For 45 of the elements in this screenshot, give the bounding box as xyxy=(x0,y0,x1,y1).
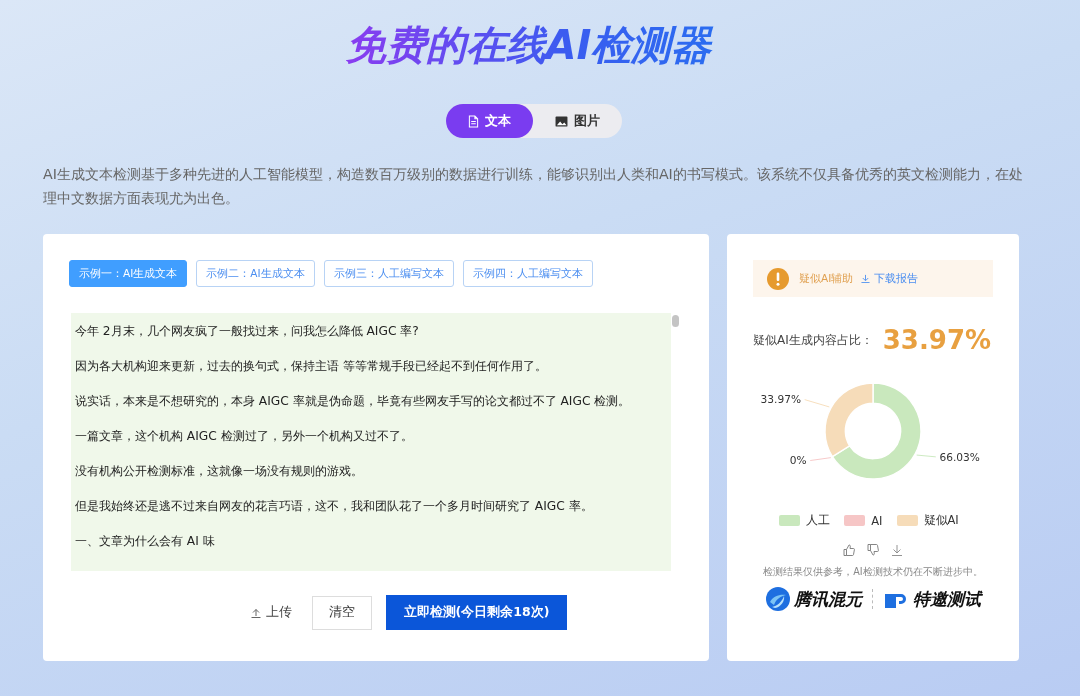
text-line: 今年 2月末，几个网友疯了一般找过来，问我怎么降低 AIGC 率? xyxy=(75,323,420,340)
leader-line xyxy=(809,457,832,461)
example-button[interactable]: 示例二：AI生成文本 xyxy=(196,260,315,287)
text-line: 说实话，本来是不想研究的，本身 AIGC 率就是伪命题，毕竟有些网友手写的论文都过不了 AIGC 检测。 xyxy=(75,393,632,410)
legend-label: AI xyxy=(871,513,883,528)
legend-swatch xyxy=(896,515,918,526)
ratio-value: 33.97% xyxy=(882,325,992,355)
logo-icon xyxy=(765,587,790,611)
brand-name: 腾讯混元 xyxy=(793,587,862,611)
badge-text: 特邀测试 xyxy=(912,587,981,611)
download-icon xyxy=(861,274,871,283)
download-icon[interactable] xyxy=(891,544,903,556)
image-icon xyxy=(555,115,568,127)
thumbs-up-icon[interactable] xyxy=(843,544,855,556)
text-line: 一篇文章，这个机构 AIGC 检测过了，另外一个机构又过不了。 xyxy=(75,428,414,445)
ratio-label: 疑似AI生成内容占比： xyxy=(753,331,873,349)
clear-button[interactable]: 清空 xyxy=(311,595,372,630)
legend-swatch xyxy=(844,515,866,526)
legend-label: 疑似AI xyxy=(923,513,959,528)
document-icon xyxy=(468,114,479,128)
description-text: AI生成文本检测基于多种先进的人工智能模型，构造数百万级别的数据进行训练，能够识别出人类和AI的书写模式。该系统不仅具备优秀的英文检测能力，在处理中文数据方面表现尤为出色。 xyxy=(43,165,1023,208)
warning-icon xyxy=(767,267,789,290)
leader-line xyxy=(916,454,937,458)
scrollbar-thumb[interactable] xyxy=(672,315,679,327)
example-button[interactable]: 示例四：人工编写文本 xyxy=(462,260,593,287)
slice-label: 33.97% xyxy=(760,393,801,407)
thumbs-down-icon[interactable] xyxy=(867,544,879,556)
slice-label: 0% xyxy=(789,454,807,468)
legend-swatch xyxy=(779,515,801,526)
upload-icon xyxy=(250,607,261,618)
legend-label: 人工 xyxy=(806,513,831,528)
text-line: 因为各大机构迎来更新，过去的换句式，保持主语 等等常规手段已经起不到任何作用了。 xyxy=(75,358,548,375)
download-report-link[interactable]: 下载报告 xyxy=(861,271,919,286)
text-line: 一、文章为什么会有 AI 味 xyxy=(75,533,216,550)
disclaimer-text: 检测结果仅供参考，AI检测技术仍在不断进步中。 xyxy=(762,566,984,579)
mode-tab[interactable]: 文本 xyxy=(446,104,533,138)
detect-button[interactable]: 立即检测(今日剩余18次) xyxy=(385,595,568,630)
slice-label: 66.03% xyxy=(939,450,980,464)
leader-line xyxy=(804,399,830,408)
verdict-text: 疑似AI辅助 xyxy=(799,271,854,286)
text-line: 没有机构公开检测标准，这就像一场没有规则的游戏。 xyxy=(75,463,364,480)
text-line: 但是我始终还是逃不过来自网友的花言巧语，这不，我和团队花了一个多月时间研究了 AIGC 率。 xyxy=(75,498,594,515)
upload-button[interactable]: 上传 xyxy=(244,603,298,622)
mode-tab[interactable]: 图片 xyxy=(533,104,622,138)
example-button[interactable]: 示例三：人工编写文本 xyxy=(323,260,454,287)
